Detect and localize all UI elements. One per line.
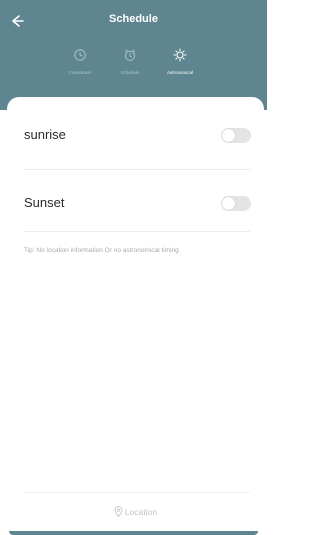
sun-icon	[173, 48, 187, 62]
bottom-edge	[9, 531, 258, 535]
sunrise-label: sunrise	[24, 127, 66, 142]
tab-schedule-label: Schedule	[120, 70, 140, 75]
location-label: Location	[124, 506, 158, 517]
tip-text: Tip: No location information Or no astro…	[24, 247, 179, 254]
toggle-knob	[222, 197, 235, 210]
sunrise-toggle[interactable]	[221, 128, 251, 143]
footer-divider	[24, 492, 250, 493]
toggle-knob	[222, 129, 235, 142]
tab-schedule[interactable]: Schedule	[105, 48, 155, 94]
tab-countdown[interactable]: Countdown	[55, 48, 105, 94]
location-button[interactable]: Location	[7, 506, 264, 518]
page-title: Schedule	[109, 13, 158, 25]
tab-astronomical[interactable]: Astronomical	[155, 48, 205, 94]
tab-astronomical-label: Astronomical	[166, 70, 193, 75]
sunset-row: Sunset	[24, 183, 251, 223]
tab-countdown-label: Countdown	[68, 70, 92, 75]
mode-tabs: Countdown Schedule Astronomical	[65, 48, 215, 96]
clock-icon	[73, 48, 87, 62]
content-card: sunrise Sunset Tip: No location informat…	[7, 97, 264, 534]
sunset-label: Sunset	[24, 195, 65, 210]
alarm-icon	[123, 48, 137, 62]
header: Schedule Countdown Schedule Astronomical	[0, 0, 267, 110]
sunrise-row: sunrise	[24, 115, 251, 155]
location-pin-icon	[114, 506, 123, 518]
schedule-screen: Schedule Countdown Schedule Astronomical…	[0, 0, 267, 535]
divider	[24, 169, 250, 170]
divider	[24, 231, 250, 232]
sunset-toggle[interactable]	[221, 196, 251, 211]
